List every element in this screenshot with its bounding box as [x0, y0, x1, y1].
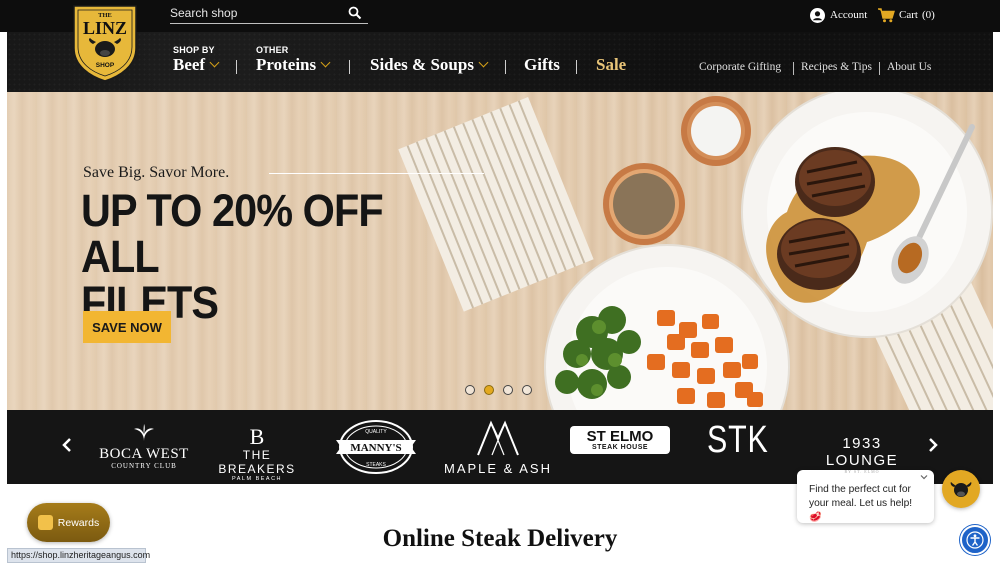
account-link[interactable]: Account	[810, 7, 867, 23]
partner-stk: STK	[707, 419, 769, 461]
logo[interactable]: THE LINZ SHOP	[72, 4, 138, 82]
nav-proteins[interactable]: OTHER Proteins	[256, 45, 331, 75]
partner-name: MANNY'S	[350, 442, 401, 454]
nav-gifts-label: Gifts	[524, 55, 560, 74]
nav-sale[interactable]: Sale	[596, 56, 626, 75]
logo-name-text: LINZ	[83, 18, 127, 38]
maple-ash-mark-icon	[477, 420, 519, 456]
rewards-button[interactable]: Rewards	[27, 503, 110, 542]
partner-the-breakers: B THE BREAKERS PALM BEACH	[207, 424, 307, 483]
nav-divider	[505, 60, 506, 74]
bull-icon	[950, 482, 972, 497]
partner-name: ST ELMO	[586, 428, 654, 445]
carousel-dot-4[interactable]	[522, 385, 532, 395]
top-bar: Account Cart (0)	[0, 0, 1000, 32]
util-link-corporate-gifting[interactable]: Corporate Gifting	[699, 61, 781, 73]
partner-name: THE BREAKERS	[218, 448, 296, 476]
partner-maple-ash: MAPLE & ASH	[443, 420, 553, 476]
cart-count: (0)	[921, 9, 935, 21]
chat-launcher-button[interactable]	[942, 470, 980, 508]
hero-banner[interactable]: Save Big. Savor More. UP TO 20% OFF ALL …	[7, 92, 993, 410]
chevron-right-icon[interactable]	[927, 437, 939, 453]
account-label: Account	[830, 9, 868, 21]
nav-sides-label: Sides & Soups	[370, 55, 474, 74]
account-icon	[810, 7, 825, 23]
nav-divider	[349, 60, 350, 74]
util-link-about-us[interactable]: About Us	[887, 61, 931, 73]
carousel-dot-1[interactable]	[465, 385, 475, 395]
nav-sale-label: Sale	[596, 55, 627, 74]
status-bar-url: https://shop.linzheritageangus.com	[7, 548, 150, 563]
logo-bottom-text: SHOP	[96, 62, 115, 69]
partner-st-elmo: ST ELMO STEAK HOUSE	[570, 426, 670, 454]
partner-name: BOCA WEST	[99, 446, 189, 462]
partner-boca-west: BOCA WEST COUNTRY CLUB	[89, 424, 199, 470]
nav-beef-label: Beef	[173, 55, 206, 74]
partner-1933-lounge: 1933 LOUNGE BY ST. ELMO	[807, 435, 917, 474]
save-now-button[interactable]: SAVE NOW	[83, 311, 171, 343]
chat-prompt-bubble[interactable]: Find the perfect cut for your meal. Let …	[797, 470, 934, 523]
search-box	[170, 4, 368, 24]
nav-proteins-label: Proteins	[256, 55, 317, 74]
chevron-down-icon[interactable]	[920, 473, 928, 481]
cart-link[interactable]: Cart (0)	[878, 7, 935, 23]
carousel-dot-3[interactable]	[503, 385, 513, 395]
nav-divider	[236, 60, 237, 74]
partner-sub: COUNTRY CLUB	[111, 462, 177, 470]
chevron-down-icon	[209, 57, 220, 68]
chevron-down-icon	[478, 57, 489, 68]
cart-icon	[878, 7, 895, 22]
chevron-down-icon	[320, 57, 331, 68]
rewards-label: Rewards	[57, 516, 100, 529]
chat-message: Find the perfect cut for your meal. Let …	[809, 484, 913, 523]
partner-mark: B	[249, 424, 265, 449]
nav-divider	[576, 60, 577, 74]
hero-subtitle: Save Big. Savor More.	[83, 164, 230, 181]
hero-divider	[269, 173, 484, 174]
rewards-logo-icon	[37, 515, 53, 530]
partner-name: 1933 LOUNGE	[825, 435, 899, 469]
util-divider	[793, 62, 794, 75]
partner-sub: PALM BEACH	[231, 476, 283, 482]
partner-mannys: MANNY'S QUALITY STEAKS	[336, 420, 416, 474]
accessibility-icon	[966, 531, 984, 549]
nav-sides-soups[interactable]: Sides & Soups	[370, 55, 489, 75]
partner-sub: STEAK HOUSE	[591, 444, 649, 451]
partner-bottom: STEAKS	[366, 462, 386, 468]
nav-gifts[interactable]: Gifts	[524, 56, 560, 75]
util-divider	[879, 62, 880, 75]
carousel-dot-2[interactable]	[484, 385, 494, 395]
hero-title-line1: UP TO 20% OFF ALL	[81, 185, 384, 282]
accessibility-button[interactable]	[960, 525, 990, 555]
nav-beef[interactable]: SHOP BY Beef	[173, 45, 220, 75]
partner-top: QUALITY	[365, 429, 387, 435]
hero-title: UP TO 20% OFF ALL FILETS	[81, 188, 431, 326]
chevron-left-icon[interactable]	[61, 437, 73, 453]
palm-leaf-icon	[134, 424, 154, 441]
carousel-dots	[465, 385, 532, 395]
st-elmo-badge: ST ELMO STEAK HOUSE	[570, 426, 670, 454]
search-input[interactable]	[170, 4, 345, 22]
partner-sub: BY ST. ELMO	[844, 469, 880, 474]
search-icon[interactable]	[348, 6, 362, 20]
partner-logos-carousel: BOCA WEST COUNTRY CLUB B THE BREAKERS PA…	[7, 410, 993, 484]
partner-name: MAPLE & ASH	[444, 461, 552, 476]
util-link-recipes-tips[interactable]: Recipes & Tips	[801, 61, 872, 73]
cart-label: Cart	[899, 9, 918, 21]
